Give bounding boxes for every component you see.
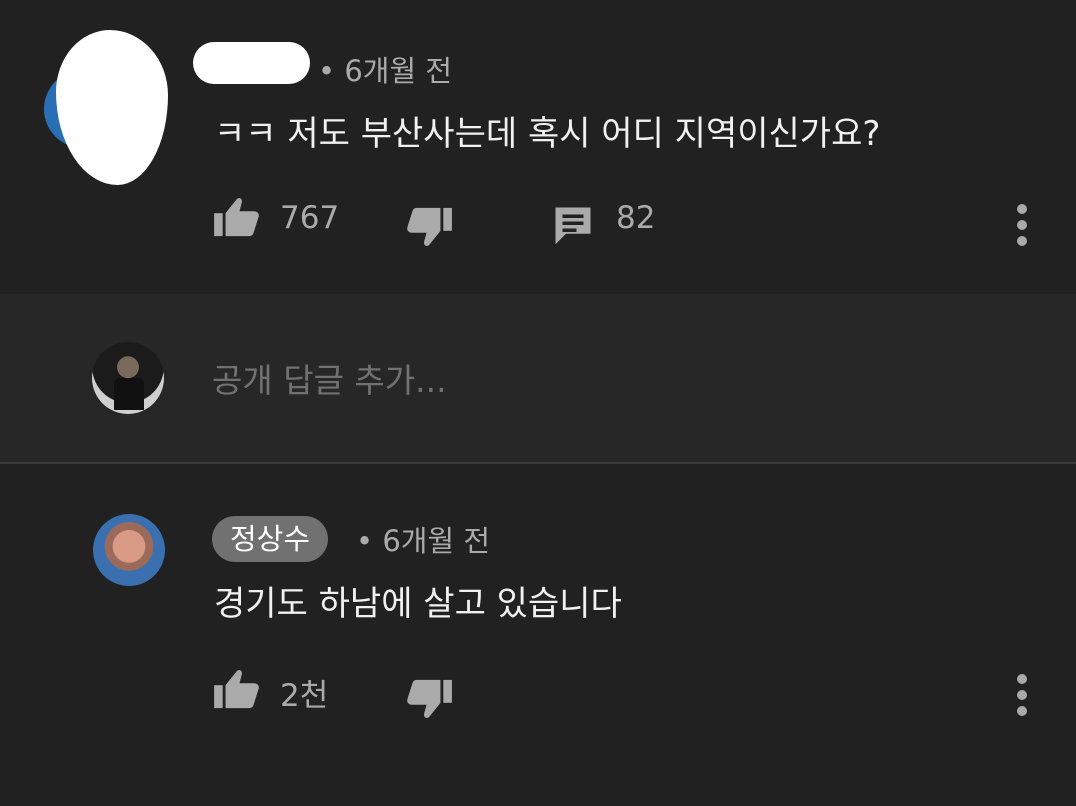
avatar-censor-mark — [56, 30, 168, 185]
like-count: 2천 — [280, 678, 329, 714]
author-name-censor-mark — [193, 42, 310, 84]
reply-author-avatar[interactable] — [93, 514, 165, 586]
reply-comment: 정상수 • 6개월 전 경기도 하남에 살고 있습니다 2천 — [0, 464, 1076, 806]
thumbs-down-icon[interactable] — [406, 206, 452, 248]
comment-icon[interactable] — [552, 204, 594, 246]
reply-count[interactable]: 82 — [616, 200, 655, 236]
more-vert-icon[interactable] — [1017, 204, 1027, 252]
thumbs-up-icon[interactable] — [214, 668, 260, 710]
current-user-avatar — [92, 342, 164, 414]
reply-input-row: 공개 답글 추가... — [0, 294, 1076, 462]
top-comment: • 6개월 전 ㅋㅋ 저도 부산사는데 혹시 어디 지역이신가요? 767 82 — [0, 0, 1076, 294]
like-count: 767 — [280, 200, 340, 236]
reply-input[interactable]: 공개 답글 추가... — [212, 354, 447, 402]
author-name-chip[interactable]: 정상수 — [212, 516, 329, 562]
comment-time: • 6개월 전 — [356, 524, 491, 558]
comment-text: ㅋㅋ 저도 부산사는데 혹시 어디 지역이신가요? — [214, 114, 881, 154]
thumbs-up-icon[interactable] — [214, 196, 260, 238]
thumbs-down-icon[interactable] — [406, 678, 452, 720]
avatar-jersey — [114, 378, 144, 410]
comment-text: 경기도 하남에 살고 있습니다 — [214, 584, 622, 624]
more-vert-icon[interactable] — [1017, 674, 1027, 722]
comment-time: • 6개월 전 — [318, 54, 453, 88]
